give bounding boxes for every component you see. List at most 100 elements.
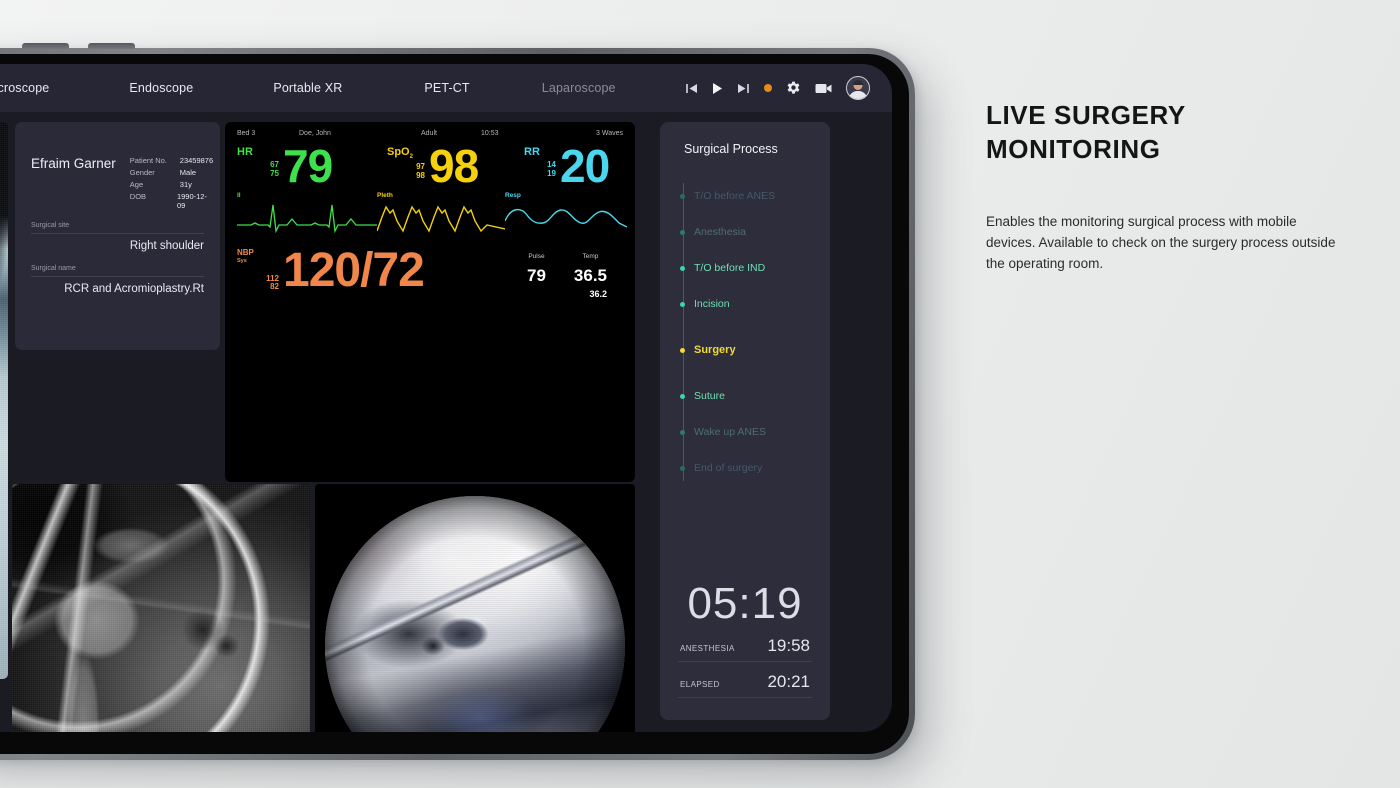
gear-icon[interactable] — [786, 81, 801, 96]
step-dot-icon — [680, 347, 685, 353]
timer-value: 20:21 — [767, 672, 810, 691]
step-to-before-ind[interactable]: T/O before IND — [680, 250, 830, 286]
avatar-hair — [853, 79, 863, 85]
waveform-ecg: II — [237, 192, 377, 235]
vital-hr: HR 67 75 79 — [237, 143, 387, 189]
vital-temp-sub: 36.2 — [589, 289, 607, 300]
device-bezel: Microscope Endoscope Portable XR PET-CT … — [0, 54, 909, 754]
nbp-limits: 112 82 — [266, 273, 279, 292]
surgical-site-section: Surgical site Right shoulder — [31, 222, 204, 252]
vital-hr-meta: HR 67 75 — [237, 147, 281, 179]
surgical-process-steps: T/O before ANES Anesthesia T/O before IN… — [660, 178, 830, 486]
page-description: Enables the monitoring surgical process … — [986, 213, 1336, 272]
nav-actions — [685, 76, 892, 100]
step-dot-icon — [680, 429, 685, 435]
tablet-device: Microscope Endoscope Portable XR PET-CT … — [0, 43, 915, 760]
vital-spo2: SpO2 97 98 98 — [387, 140, 524, 192]
xray-image-grain — [0, 122, 8, 679]
volume-down-button[interactable] — [88, 43, 135, 49]
vital-rr-limits: 14 19 — [547, 160, 556, 178]
vital-hr-label: HR — [237, 146, 253, 158]
timer-value: 19:58 — [767, 636, 810, 655]
step-dot-icon — [680, 265, 685, 271]
avatar[interactable] — [846, 76, 870, 100]
timer-label: ELAPSED — [680, 680, 720, 689]
vital-spo2-value: 98 — [429, 140, 479, 192]
avatar-body — [848, 91, 868, 99]
step-wake-up-anes[interactable]: Wake up ANES — [680, 414, 830, 450]
surgical-name-value: RCR and Acromioplastry.Rt — [64, 283, 204, 295]
top-navigation-bar: Microscope Endoscope Portable XR PET-CT … — [0, 64, 892, 112]
surgical-site-value: Right shoulder — [129, 240, 204, 252]
step-dot-icon — [680, 193, 685, 199]
step-suture[interactable]: Suture — [680, 378, 830, 414]
fast-forward-icon[interactable] — [737, 83, 750, 94]
monitor-bed: Bed 3 — [237, 130, 256, 137]
field-value: Male — [179, 168, 197, 177]
camcorder-icon[interactable] — [815, 83, 832, 94]
field-value: 31y — [179, 180, 192, 189]
nav-tab-pet-ct[interactable]: PET-CT — [414, 81, 479, 95]
page-title: LIVE SURGERY MONITORING — [986, 100, 1186, 165]
step-anesthesia[interactable]: Anesthesia — [680, 214, 830, 250]
volume-up-button[interactable] — [22, 43, 69, 49]
vital-hr-limits: 67 75 — [270, 160, 279, 178]
portable-xray-thumbnail[interactable] — [0, 122, 8, 679]
waveform-pleth: Pleth — [377, 192, 505, 235]
waveform-resp-label: Resp — [505, 192, 521, 200]
patient-info-card: Efraim Garner Patient No. 23459876 Gende… — [15, 122, 220, 350]
vital-spo2-meta: SpO2 97 98 — [387, 146, 427, 181]
patient-card-header: Efraim Garner Patient No. 23459876 Gende… — [31, 140, 213, 210]
nav-tab-microscope[interactable]: Microscope — [0, 81, 59, 95]
vital-temp-label: Temp — [582, 253, 599, 261]
surgical-name-label: Surgical name — [31, 265, 204, 277]
vital-spo2-label: SpO2 — [387, 146, 413, 161]
waveform-pleth-label: Pleth — [377, 192, 393, 200]
waveform-ecg-label: II — [237, 192, 241, 200]
monitor-category: Adult — [421, 130, 437, 137]
step-label: Incision — [694, 298, 730, 310]
patient-field-row: Patient No. 23459876 — [130, 156, 213, 165]
field-key: Age — [129, 180, 144, 189]
step-label: Suture — [694, 390, 725, 402]
patient-field-row: DOB 1990-12-09 — [130, 192, 213, 210]
nbp-value: 120/72 — [283, 244, 425, 298]
record-dot-icon[interactable] — [764, 84, 772, 92]
rewind-icon[interactable] — [685, 83, 698, 94]
mri-noise — [12, 484, 310, 732]
nav-tab-laparoscope[interactable]: Laparoscope — [532, 81, 626, 95]
scope-circular-view — [325, 496, 625, 732]
step-end-of-surgery[interactable]: End of surgery — [680, 450, 830, 486]
monitor-vitals-row: HR 67 75 79 SpO2 97 98 98 RR 14 19 20 — [225, 137, 635, 192]
step-dot-icon — [680, 301, 685, 307]
patient-field-row: Gender Male — [130, 168, 213, 177]
step-label: Anesthesia — [694, 226, 746, 238]
step-surgery[interactable]: Surgery — [680, 332, 830, 368]
field-key: Patient No. — [129, 156, 167, 165]
shoulder-mri-scan[interactable] — [12, 484, 310, 732]
vital-temp: Temp 36.5 36.2 — [574, 253, 607, 299]
nbp-meta: NBP Sys 112 82 — [237, 249, 281, 292]
monitor-waves: 3 Waves — [596, 130, 623, 137]
step-incision[interactable]: Incision — [680, 286, 830, 322]
vital-signs-monitor[interactable]: Bed 3 Doe, John Adult 10:53 3 Waves HR 6… — [225, 122, 635, 482]
arthroscope-live-feed[interactable] — [315, 484, 635, 732]
nav-tab-portable-xr[interactable]: Portable XR — [263, 81, 352, 95]
timer-row-anesthesia: ANESTHESIA 19:58 — [678, 626, 812, 662]
surgical-process-panel: Surgical Process T/O before ANES Anesthe… — [660, 122, 830, 720]
step-to-before-anes[interactable]: T/O before ANES — [680, 178, 830, 214]
monitor-header: Bed 3 Doe, John Adult 10:53 3 Waves — [225, 122, 635, 137]
surgical-process-title: Surgical Process — [684, 142, 778, 156]
monitor-secondary-vitals: Pulse 79 Temp 36.5 36.2 — [527, 249, 627, 299]
monitor-nbp-row: NBP Sys 112 82 120/72 Pulse 79 Temp 36.5… — [225, 235, 635, 299]
vital-temp-value: 36.5 — [573, 266, 607, 286]
step-label: T/O before IND — [694, 262, 766, 274]
play-icon[interactable] — [712, 82, 723, 95]
nav-tab-endoscope[interactable]: Endoscope — [119, 81, 203, 95]
patient-name: Efraim Garner — [31, 156, 116, 171]
step-dot-icon — [680, 393, 685, 399]
tablet-screen: Microscope Endoscope Portable XR PET-CT … — [0, 64, 892, 732]
waveform-resp: Resp — [505, 192, 627, 235]
timer-label: ANESTHESIA — [680, 644, 735, 653]
field-key: DOB — [129, 192, 147, 201]
